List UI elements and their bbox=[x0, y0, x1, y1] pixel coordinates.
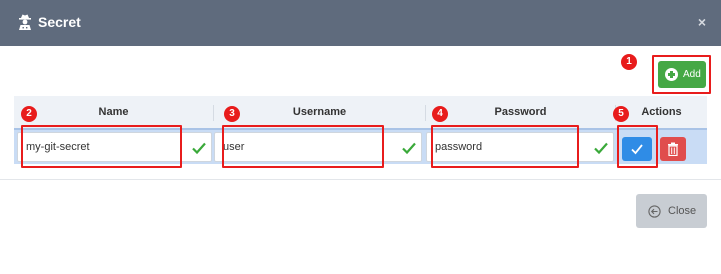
callout-actions bbox=[617, 125, 658, 168]
close-icon[interactable]: × bbox=[696, 13, 708, 31]
dialog-header: Secret × bbox=[0, 0, 721, 46]
check-icon bbox=[594, 142, 608, 155]
step-badge: 2 bbox=[21, 106, 37, 122]
table-header: Name Username Password Actions bbox=[14, 96, 707, 128]
close-button-label: Close bbox=[668, 205, 697, 217]
callout-password bbox=[431, 125, 579, 168]
check-icon bbox=[192, 142, 206, 155]
footer-divider bbox=[0, 179, 721, 180]
header-username: Username bbox=[292, 106, 347, 118]
circle-arrow-left-icon bbox=[648, 205, 661, 218]
callout-name bbox=[21, 125, 182, 168]
step-badge: 1 bbox=[621, 54, 637, 70]
callout-add bbox=[652, 55, 711, 94]
dialog-title: Secret bbox=[38, 14, 81, 30]
step-badge: 4 bbox=[432, 106, 448, 122]
delete-row-button[interactable] bbox=[660, 137, 686, 161]
callout-username bbox=[222, 125, 384, 168]
trash-icon bbox=[668, 142, 678, 156]
user-secret-icon bbox=[19, 14, 31, 30]
step-badge: 5 bbox=[613, 106, 629, 122]
close-button[interactable]: Close bbox=[636, 194, 707, 228]
step-badge: 3 bbox=[224, 106, 240, 122]
secret-dialog: Secret × Add Name Username Password Acti… bbox=[0, 0, 721, 274]
check-icon bbox=[402, 142, 416, 155]
header-actions: Actions bbox=[641, 106, 682, 118]
header-name: Name bbox=[98, 106, 129, 118]
header-password: Password bbox=[494, 106, 547, 118]
